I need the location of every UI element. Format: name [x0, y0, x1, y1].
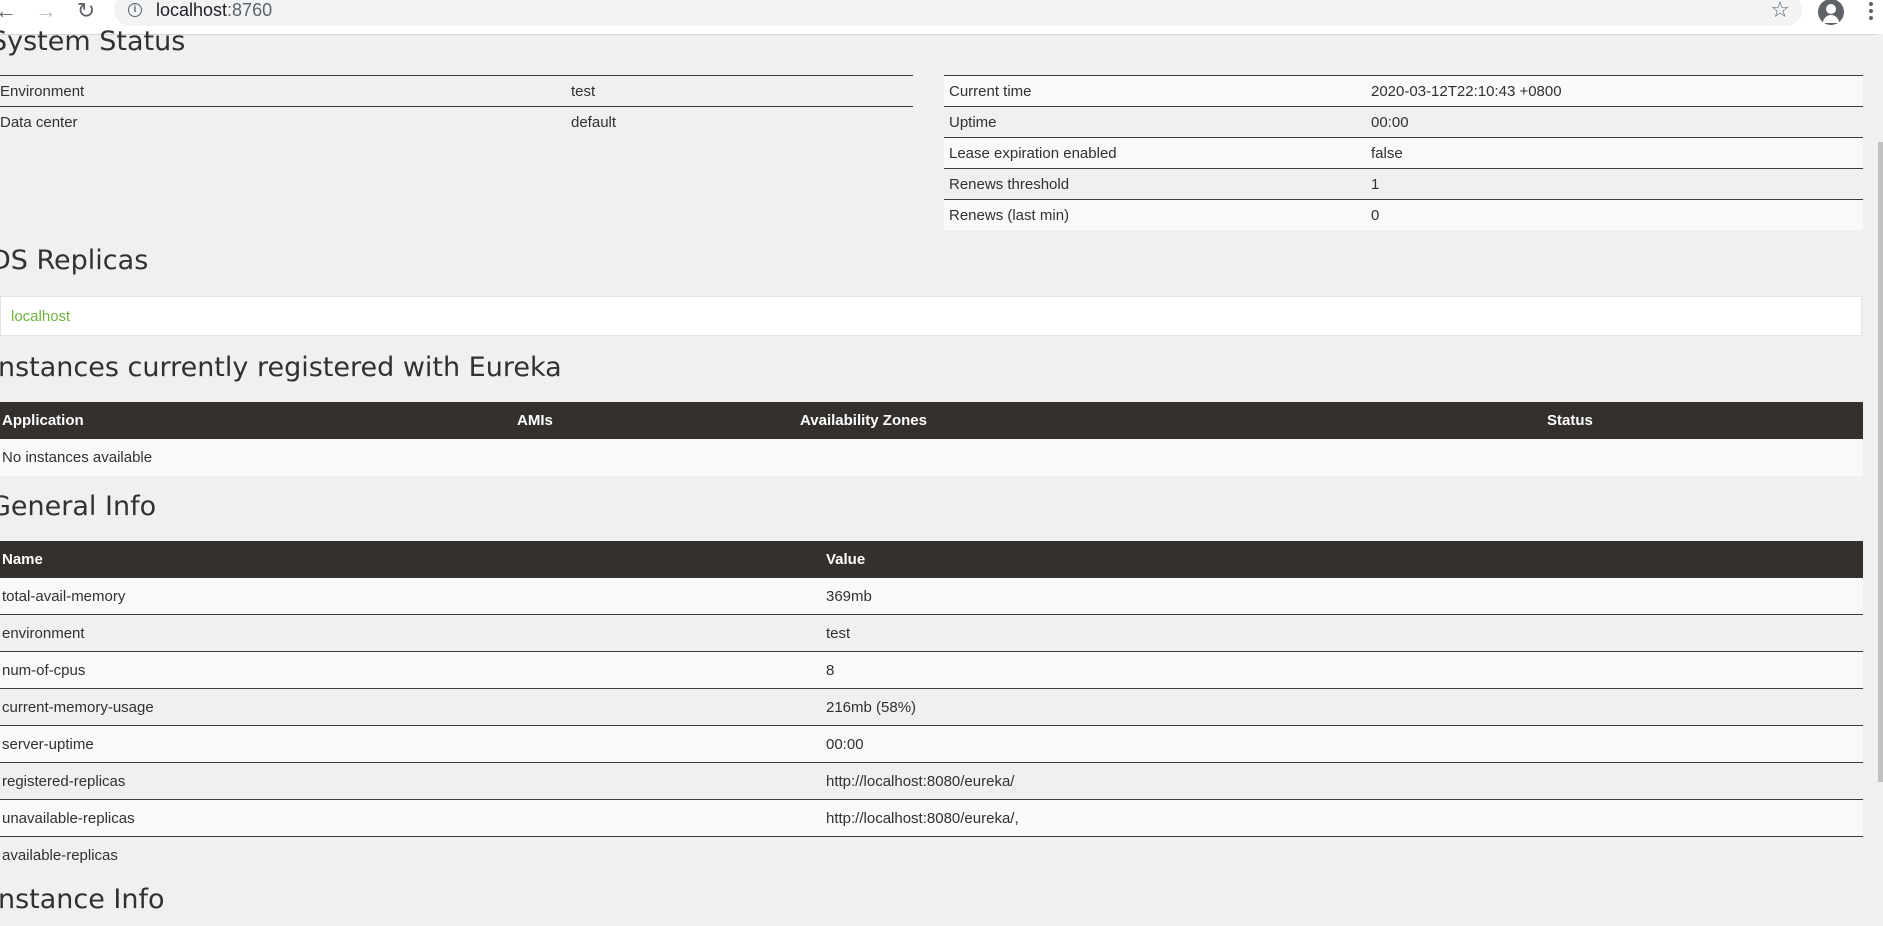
status-label: Current time [949, 83, 1032, 100]
info-value: 8 [824, 651, 1863, 689]
table-row: num-of-cpus 8 [0, 651, 1863, 689]
info-value: 00:00 [824, 725, 1863, 763]
table-row: environment test [0, 614, 1863, 652]
status-value: test [571, 83, 596, 100]
status-value: default [571, 114, 617, 131]
info-value: 216mb (58%) [824, 688, 1863, 726]
empty-message: No instances available [0, 439, 1863, 476]
status-label: Lease expiration enabled [949, 145, 1117, 162]
col-name: Name [0, 541, 824, 578]
status-row-current-time: Current time 2020-03-12T22:10:43 +0800 [944, 75, 1863, 106]
browser-menu-icon[interactable] [1869, 2, 1873, 24]
address-bar[interactable]: i localhost:8760 ☆ [114, 0, 1802, 26]
reload-icon[interactable]: ↻ [74, 0, 98, 24]
info-name: num-of-cpus [0, 651, 824, 689]
url-port: :8760 [227, 0, 273, 20]
status-row-data-center: Data center default [0, 106, 913, 137]
status-label: Data center [0, 114, 78, 131]
info-name: environment [0, 614, 824, 652]
info-name: total-avail-memory [0, 578, 824, 615]
info-name: server-uptime [0, 725, 824, 763]
status-value: 00:00 [1371, 114, 1409, 131]
status-value: 1 [1371, 176, 1380, 193]
table-row: current-memory-usage 216mb (58%) [0, 688, 1863, 726]
info-value: http://localhost:8080/eureka/, [824, 799, 1863, 837]
replica-link-localhost[interactable]: localhost [11, 308, 70, 325]
info-name: current-memory-usage [0, 688, 824, 726]
status-label: Uptime [949, 114, 997, 131]
table-row: unavailable-replicas http://localhost:80… [0, 799, 1863, 837]
table-row: available-replicas [0, 836, 1863, 873]
url-host: localhost [156, 0, 228, 20]
site-info-icon[interactable]: i [128, 3, 142, 17]
table-row: No instances available [0, 439, 1863, 476]
status-label: Environment [0, 83, 85, 100]
status-row-environment: Environment test [0, 75, 913, 106]
status-value: 0 [1371, 207, 1380, 224]
col-availability-zones: Availability Zones [798, 402, 1545, 439]
instance-info-title: Instance Info [0, 884, 165, 915]
instances-table: Application AMIs Availability Zones Stat… [0, 402, 1863, 476]
browser-toolbar: ← → ↻ i localhost:8760 ☆ [0, 0, 1883, 35]
info-value: test [824, 614, 1863, 652]
col-application: Application [0, 402, 515, 439]
ds-replicas-title: DS Replicas [0, 245, 149, 276]
status-row-renews-threshold: Renews threshold 1 [944, 168, 1863, 199]
status-value: 2020-03-12T22:10:43 +0800 [1371, 83, 1562, 100]
status-row-lease-expiration: Lease expiration enabled false [944, 137, 1863, 168]
back-icon[interactable]: ← [0, 0, 18, 24]
status-row-renews-last-min: Renews (last min) 0 [944, 199, 1863, 230]
bookmark-star-icon[interactable]: ☆ [1770, 0, 1790, 23]
table-row: server-uptime 00:00 [0, 725, 1863, 763]
col-amis: AMIs [515, 402, 798, 439]
info-name: registered-replicas [0, 762, 824, 800]
table-row: registered-replicas http://localhost:808… [0, 762, 1863, 800]
instances-title: Instances currently registered with Eure… [0, 352, 562, 383]
forward-icon[interactable]: → [34, 0, 58, 24]
col-value: Value [824, 541, 1863, 578]
system-status-right-table: Current time 2020-03-12T22:10:43 +0800 U… [944, 75, 1863, 230]
general-info-header-row: Name Value [0, 541, 1863, 578]
info-value [824, 836, 1863, 873]
info-value: 369mb [824, 578, 1863, 615]
status-label: Renews threshold [949, 176, 1070, 193]
account-icon[interactable] [1818, 0, 1844, 25]
url-text[interactable]: localhost:8760 [156, 0, 272, 21]
scrollbar-thumb[interactable] [1878, 142, 1883, 782]
general-info-title: General Info [0, 491, 157, 522]
table-row: total-avail-memory 369mb [0, 578, 1863, 615]
col-status: Status [1545, 402, 1863, 439]
ds-replicas-list: localhost [0, 296, 1862, 336]
info-name: available-replicas [0, 836, 824, 873]
instances-header-row: Application AMIs Availability Zones Stat… [0, 402, 1863, 439]
info-name: unavailable-replicas [0, 799, 824, 837]
general-info-table: Name Value total-avail-memory 369mb envi… [0, 541, 1863, 873]
status-label: Renews (last min) [949, 207, 1070, 224]
system-status-title: System Status [0, 26, 186, 57]
info-value: http://localhost:8080/eureka/ [824, 762, 1863, 800]
status-value: false [1371, 145, 1403, 162]
status-row-uptime: Uptime 00:00 [944, 106, 1863, 137]
system-status-left-table: Environment test Data center default [0, 75, 913, 137]
